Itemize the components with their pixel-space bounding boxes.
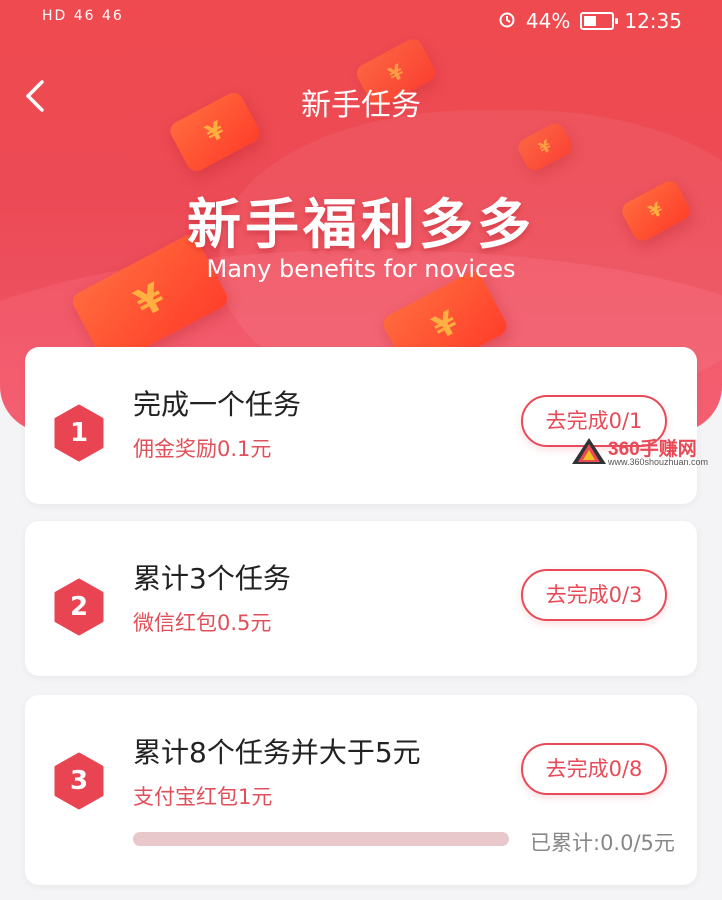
go-complete-button[interactable]: 去完成0/3 (521, 569, 667, 621)
progress-text: 已累计:0.0/5元 (530, 831, 675, 855)
watermark-logo: 360手赚网 www.360shouzhuan.com (570, 432, 720, 468)
progress-bar (133, 832, 509, 846)
task-card: 2 累计3个任务 微信红包0.5元 去完成0/3 (25, 521, 697, 676)
watermark-url: www.360shouzhuan.com (608, 457, 709, 467)
hero-subtitle: Many benefits for novices (206, 255, 516, 283)
task-reward: 微信红包0.5元 (133, 611, 272, 635)
task-title: 完成一个任务 (133, 388, 302, 421)
page-title: 新手任务 (301, 88, 421, 123)
battery-percent: 44% (525, 9, 571, 33)
task-reward: 佣金奖励0.1元 (133, 437, 272, 461)
status-right: 44% 12:35 (498, 9, 682, 33)
task-number: 1 (69, 418, 89, 448)
task-title: 累计3个任务 (133, 562, 291, 595)
task-number: 2 (69, 592, 89, 622)
hero-title: 新手福利多多 (187, 193, 535, 256)
task-reward: 支付宝红包1元 (133, 785, 273, 809)
alarm-icon (498, 9, 516, 33)
status-bar: HD 46 46 44% 12:35 (0, 0, 722, 44)
task-number-badge: 1 (53, 404, 105, 462)
task-number-badge: 2 (53, 578, 105, 636)
go-complete-button[interactable]: 去完成0/8 (521, 743, 667, 795)
task-card: 1 完成一个任务 佣金奖励0.1元 去完成0/1 (25, 347, 697, 504)
battery-icon (580, 12, 619, 30)
clock-time: 12:35 (624, 9, 682, 33)
triangle-logo-icon (572, 438, 606, 464)
task-title: 累计8个任务并大于5元 (133, 736, 421, 769)
signal-indicators: HD 46 46 (42, 8, 124, 24)
task-card: 3 累计8个任务并大于5元 支付宝红包1元 去完成0/8 已累计:0.0/5元 (25, 695, 697, 885)
task-number: 3 (69, 766, 89, 796)
task-number-badge: 3 (53, 752, 105, 810)
